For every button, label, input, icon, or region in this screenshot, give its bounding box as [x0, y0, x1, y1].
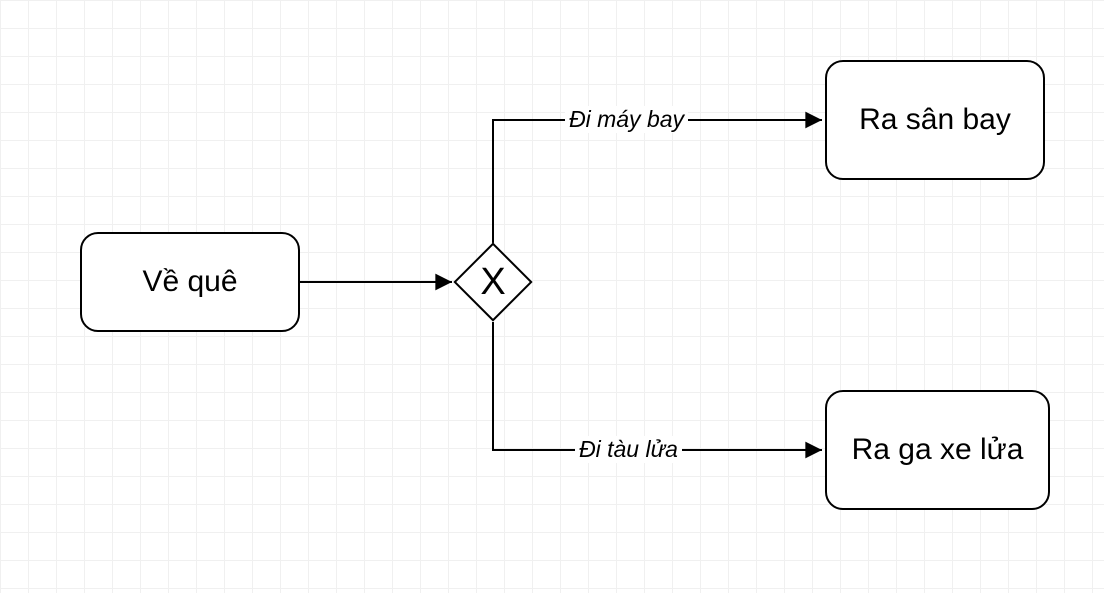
node-start-label: Về quê [142, 265, 237, 300]
node-train[interactable]: Ra ga xe lửa [825, 390, 1050, 510]
diagram-canvas[interactable]: Về quê X Ra sân bay Ra ga xe lửa Đi máy … [0, 0, 1104, 593]
gateway-x-icon: X [453, 242, 533, 322]
node-airport-label: Ra sân bay [859, 103, 1011, 138]
gateway-exclusive[interactable]: X [453, 242, 533, 322]
edge-label-train[interactable]: Đi tàu lửa [575, 436, 682, 463]
node-train-label: Ra ga xe lửa [852, 433, 1024, 468]
edge-gateway-to-train[interactable] [493, 322, 822, 450]
node-airport[interactable]: Ra sân bay [825, 60, 1045, 180]
node-start[interactable]: Về quê [80, 232, 300, 332]
edge-label-airport[interactable]: Đi máy bay [565, 106, 688, 133]
edge-gateway-to-airport[interactable] [493, 120, 822, 243]
